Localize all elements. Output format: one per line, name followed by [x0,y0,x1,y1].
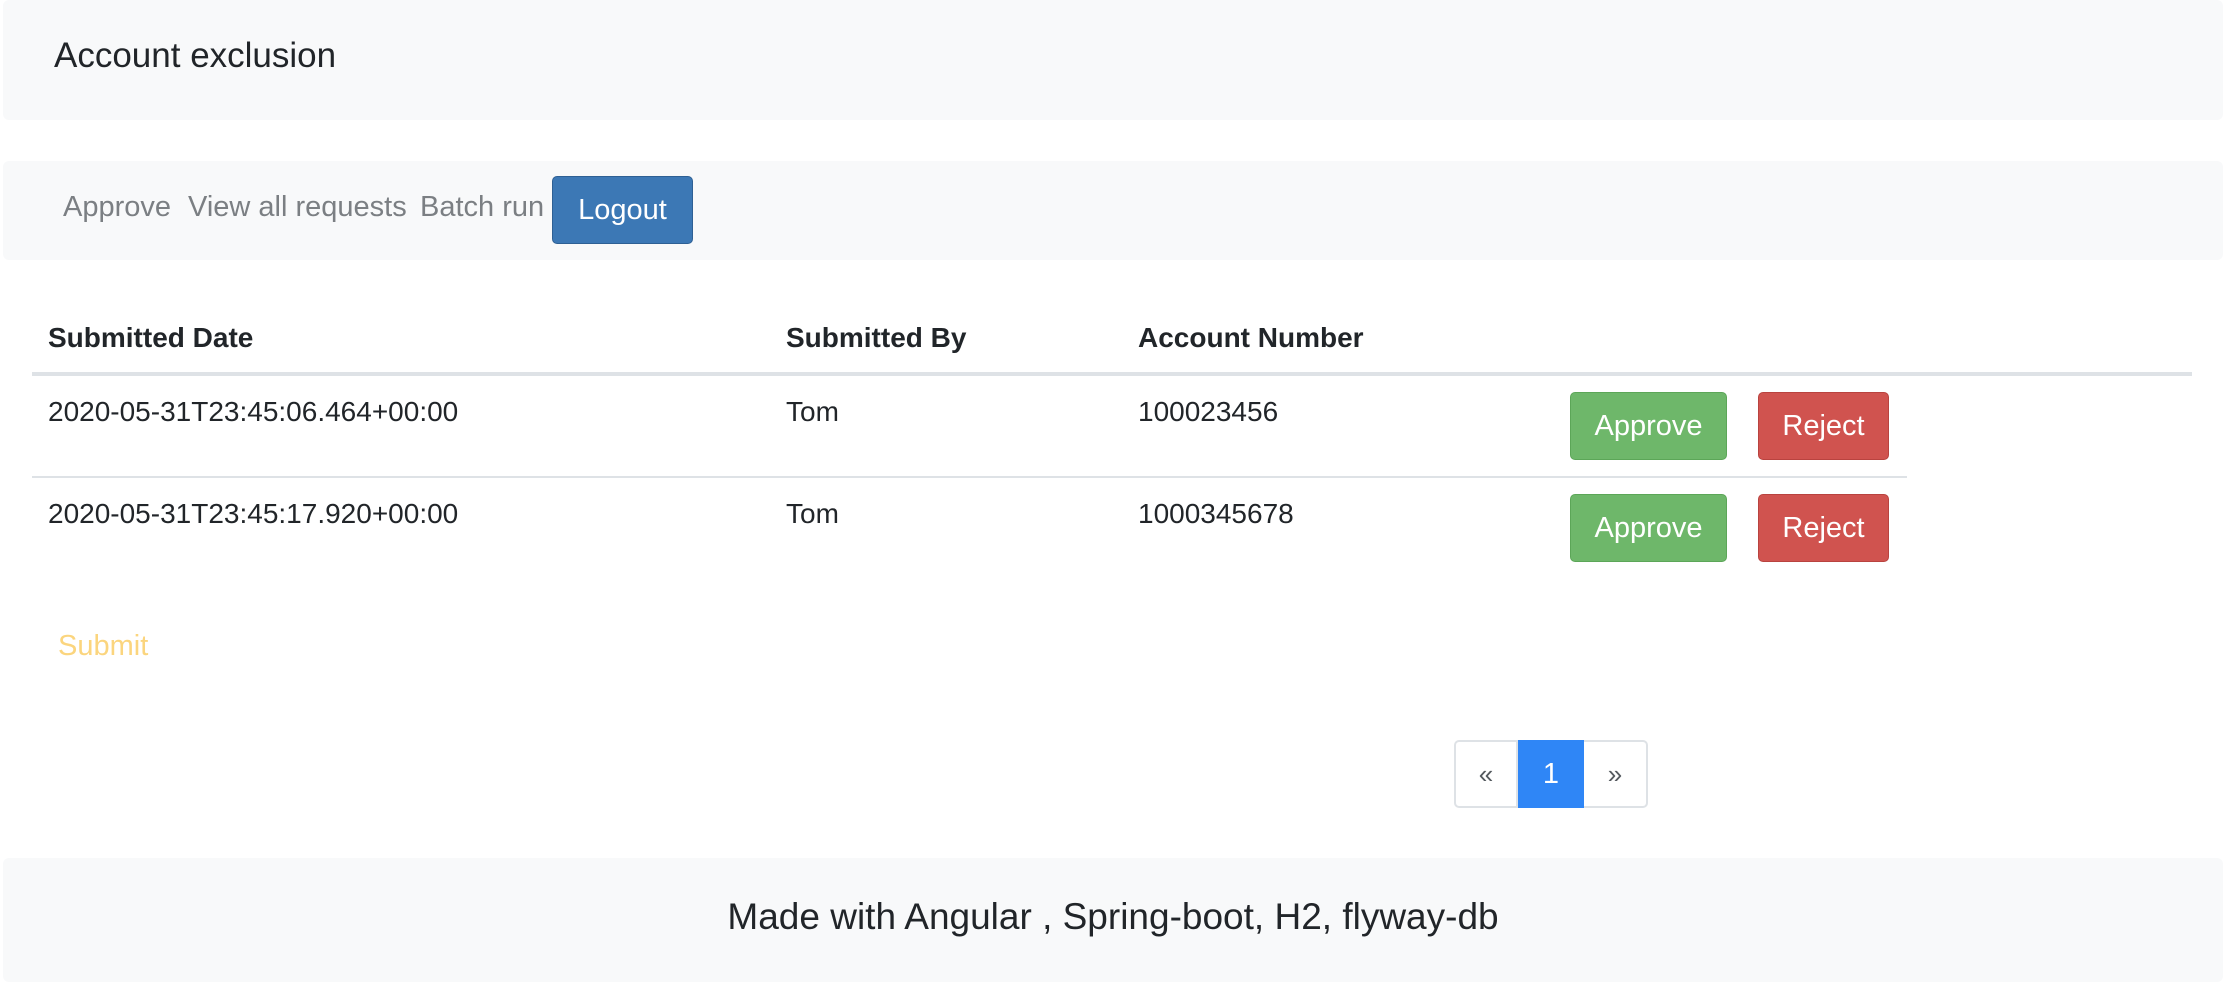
column-header-submitted-date: Submitted Date [48,322,254,353]
table-row: 2020-05-31T23:45:06.464+00:00 Tom 100023… [32,376,1907,478]
column-header-submitted-by: Submitted By [786,322,967,353]
approve-button[interactable]: Approve [1570,494,1727,562]
cell-submitted-by: Tom [786,498,839,529]
app-footer: Made with Angular , Spring-boot, H2, fly… [3,858,2223,982]
page-title: Account exclusion [54,36,337,75]
reject-button[interactable]: Reject [1758,392,1889,460]
nav-link-view-all-requests[interactable]: View all requests [188,191,407,224]
cell-submitted-by: Tom [786,396,839,427]
app-header: Account exclusion [3,0,2223,120]
approve-button[interactable]: Approve [1570,392,1727,460]
reject-button[interactable]: Reject [1758,494,1889,562]
footer-text: Made with Angular , Spring-boot, H2, fly… [727,896,1499,937]
cell-submitted-date: 2020-05-31T23:45:17.920+00:00 [48,498,459,529]
column-header-account-number: Account Number [1138,322,1364,353]
submit-link[interactable]: Submit [58,630,148,663]
cell-submitted-date: 2020-05-31T23:45:06.464+00:00 [48,396,459,427]
nav-link-approve[interactable]: Approve [63,191,171,224]
pagination-page-1[interactable]: 1 [1518,740,1584,808]
pagination-prev-button[interactable]: « [1454,740,1518,808]
pagination-next-button[interactable]: » [1584,740,1648,808]
cell-account-number: 100023456 [1138,396,1279,427]
pagination: « 1 » [1454,740,1648,808]
navbar: Approve View all requests Batch run Logo… [3,161,2223,260]
nav-link-batch-run[interactable]: Batch run [420,191,544,224]
cell-account-number: 1000345678 [1138,498,1294,529]
logout-button[interactable]: Logout [552,176,693,244]
table-row: 2020-05-31T23:45:17.920+00:00 Tom 100034… [32,478,1907,578]
